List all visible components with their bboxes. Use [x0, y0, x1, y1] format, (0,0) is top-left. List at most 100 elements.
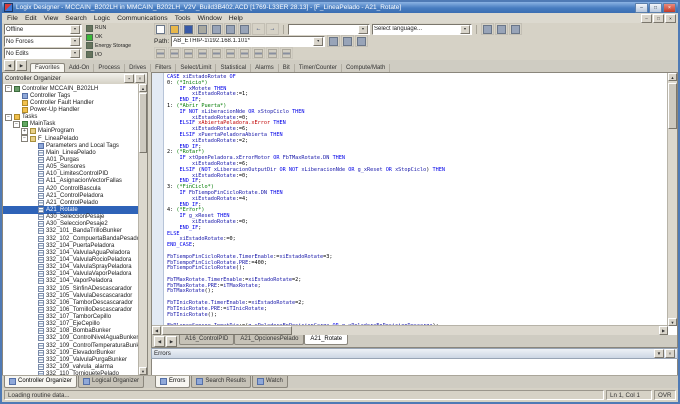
- tree-item[interactable]: 332_109_ElevadorBunker: [3, 349, 139, 356]
- tree-item[interactable]: A21_ControlPeladora: [3, 192, 139, 199]
- menu-file[interactable]: File: [4, 15, 21, 22]
- plus-expander-icon[interactable]: +: [21, 128, 28, 135]
- properties-icon[interactable]: [509, 23, 522, 35]
- who-active-icon[interactable]: [327, 35, 340, 47]
- new-icon[interactable]: [154, 23, 167, 35]
- branch-level-icon[interactable]: [182, 47, 195, 59]
- tree-item[interactable]: 332_104_PuertaPeladora: [3, 242, 139, 249]
- scrollbar-thumb[interactable]: [162, 326, 292, 335]
- tree-item[interactable]: A30_SeleccionPesaje2: [3, 221, 139, 228]
- tree-item[interactable]: Main_LineaPelado: [3, 149, 139, 156]
- editor-tab-A21_Rotate[interactable]: A21_Rotate: [304, 335, 348, 345]
- editor-vscrollbar[interactable]: ▲ ▼: [667, 73, 677, 326]
- search-icon[interactable]: [481, 23, 494, 35]
- tree-item[interactable]: A21_ControlPelado: [3, 199, 139, 206]
- child-minimize-icon[interactable]: –: [641, 14, 652, 23]
- tree-item[interactable]: −MainTask: [3, 121, 139, 128]
- paste-icon[interactable]: [238, 23, 251, 35]
- copy-icon[interactable]: [224, 23, 237, 35]
- pin-icon[interactable]: ▪: [124, 74, 134, 83]
- chevron-down-icon[interactable]: ▼: [70, 25, 80, 34]
- child-close-icon[interactable]: ×: [665, 14, 676, 23]
- menu-search[interactable]: Search: [62, 15, 90, 22]
- mode-dropdown[interactable]: Offline ▼: [4, 24, 82, 35]
- tree-item[interactable]: Controller Fault Handler: [3, 99, 139, 106]
- tree-item[interactable]: 332_109_ControlTemperaturaBunker: [3, 342, 139, 349]
- tree-item[interactable]: 332_101_BandaTrilloBunker: [3, 228, 139, 235]
- palette-tab-bit[interactable]: Bit: [279, 64, 295, 72]
- tree-item[interactable]: Power-Up Handler: [3, 106, 139, 113]
- palette-tab-filters[interactable]: Filters: [151, 64, 176, 72]
- scrollbar-thumb[interactable]: [139, 93, 147, 153]
- minimize-icon[interactable]: –: [635, 3, 648, 13]
- organizer-tab-controller-organizer[interactable]: Controller Organizer: [4, 376, 77, 388]
- palette-scroll-right-icon[interactable]: ▶: [16, 60, 27, 71]
- minus-expander-icon[interactable]: −: [5, 114, 12, 121]
- xio-icon[interactable]: [210, 47, 223, 59]
- palette-tab-favorites[interactable]: Favorites: [30, 63, 65, 72]
- cut-icon[interactable]: [210, 23, 223, 35]
- tree-item[interactable]: 332_107_TamborCepillo: [3, 314, 139, 321]
- forces-dropdown[interactable]: No Forces ▼: [4, 36, 82, 47]
- tree-item[interactable]: 332_109_ControlNivelAguaBunker: [3, 335, 139, 342]
- chevron-down-icon[interactable]: ▼: [460, 25, 470, 34]
- save-icon[interactable]: [182, 23, 195, 35]
- tree-item[interactable]: 332_106_TamborDescascarador: [3, 299, 139, 306]
- tree-item[interactable]: −F_LineaPelado: [3, 135, 139, 142]
- download-icon[interactable]: [355, 35, 368, 47]
- tree-item[interactable]: 332_104_ValvulaSprayPeladora: [3, 264, 139, 271]
- chevron-down-icon[interactable]: ▼: [70, 37, 80, 46]
- tree-item[interactable]: A30_SeleccionPesaje: [3, 214, 139, 221]
- menu-tools[interactable]: Tools: [172, 15, 194, 22]
- tree-item[interactable]: 332_104_VaporPeladora: [3, 278, 139, 285]
- palette-tab-add-on[interactable]: Add-On: [65, 64, 95, 72]
- verify-icon[interactable]: [495, 23, 508, 35]
- palette-tab-select-limit[interactable]: Select/Limit: [176, 64, 216, 72]
- tree-item[interactable]: 332_104_ValvulaAguaPeladora: [3, 249, 139, 256]
- undo-icon[interactable]: ←: [252, 23, 265, 35]
- palette-scroll-left-icon[interactable]: ◀: [4, 60, 15, 71]
- menu-communications[interactable]: Communications: [114, 15, 171, 22]
- scroll-up-icon[interactable]: ▲: [139, 84, 147, 92]
- tree-item[interactable]: A10_LimitesControlPID: [3, 171, 139, 178]
- tree-item[interactable]: 332_102_CompuertaBandaPesadora: [3, 235, 139, 242]
- minus-expander-icon[interactable]: −: [13, 121, 20, 128]
- tree-item[interactable]: 332_105_SinfinADescascarador: [3, 285, 139, 292]
- scroll-right-icon[interactable]: ▶: [659, 326, 668, 335]
- xic-icon[interactable]: [196, 47, 209, 59]
- tab-scroll-right-icon[interactable]: ▶: [166, 336, 177, 347]
- child-restore-icon[interactable]: □: [653, 14, 664, 23]
- results-tab-errors[interactable]: Errors: [155, 376, 190, 388]
- tree-item[interactable]: Controller Tags: [3, 92, 139, 99]
- palette-tab-compute-math[interactable]: Compute/Math: [342, 64, 390, 72]
- otl-icon[interactable]: [238, 47, 251, 59]
- editor-tab-A16_ControlPID[interactable]: A16_ControlPID: [179, 335, 234, 345]
- tree-item[interactable]: −Controller MCCAIN_B202LH: [3, 85, 139, 92]
- tree-item[interactable]: +MainProgram: [3, 128, 139, 135]
- tree-item[interactable]: 332_109_valvula_alarma: [3, 363, 139, 370]
- tree-item[interactable]: 332_109_ValvulaPurgaBunker: [3, 356, 139, 363]
- tree-item[interactable]: 332_105_ValvulaDescascarador: [3, 292, 139, 299]
- tree-item[interactable]: A11_AsignacionVectorFallas: [3, 178, 139, 185]
- tree-item[interactable]: 332_107_EjeCepillo: [3, 321, 139, 328]
- open-icon[interactable]: [168, 23, 181, 35]
- edits-dropdown[interactable]: No Edits ▼: [4, 48, 82, 59]
- scrollbar-thumb[interactable]: [668, 83, 677, 129]
- close-icon[interactable]: ×: [135, 74, 145, 83]
- minus-expander-icon[interactable]: −: [5, 85, 12, 92]
- otu-icon[interactable]: [252, 47, 265, 59]
- editor-tab-A21_OpcionesPelado[interactable]: A21_OpcionesPelado: [234, 335, 304, 345]
- palette-tab-drives[interactable]: Drives: [125, 64, 151, 72]
- tree-item[interactable]: A21_Rotate: [3, 206, 139, 213]
- palette-tab-alarms[interactable]: Alarms: [251, 64, 279, 72]
- tree-item[interactable]: 332_104_ValvulaRocioPeladora: [3, 256, 139, 263]
- rung-icon[interactable]: [154, 47, 167, 59]
- tree-item[interactable]: A05_Sensores: [3, 164, 139, 171]
- ton-icon[interactable]: [266, 47, 279, 59]
- palette-tab-timer-counter[interactable]: Timer/Counter: [295, 64, 342, 72]
- chevron-down-icon[interactable]: ▼: [313, 37, 323, 46]
- close-icon[interactable]: ×: [665, 349, 675, 358]
- tree-item[interactable]: Parameters and Local Tags: [3, 142, 139, 149]
- print-icon[interactable]: [196, 23, 209, 35]
- scroll-down-icon[interactable]: ▼: [668, 318, 677, 326]
